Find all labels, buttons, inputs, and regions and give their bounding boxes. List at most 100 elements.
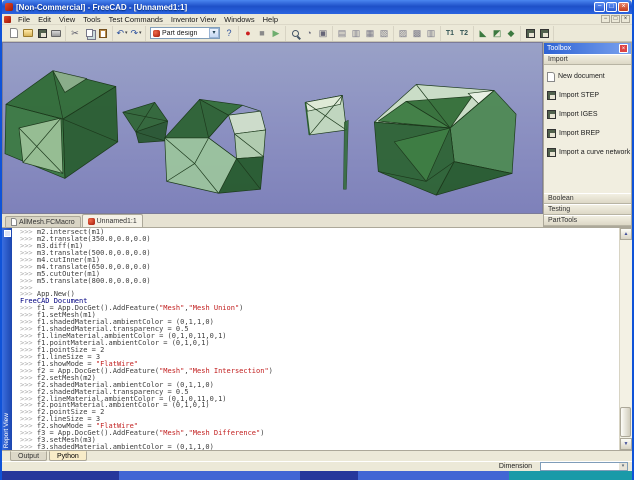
page-icon <box>11 218 17 226</box>
view-top-icon: ▧ <box>379 27 389 38</box>
undo-button[interactable]: ↶ ▾ <box>115 26 129 40</box>
dropdown-arrow-icon[interactable]: ▾ <box>125 30 128 36</box>
toolbox-import-brep[interactable]: Import BREP <box>544 124 631 143</box>
scene-icon: ▣ <box>318 27 328 38</box>
mesh-object-4[interactable] <box>304 95 349 190</box>
save-button[interactable] <box>35 26 49 40</box>
toolbox-title-bar[interactable]: Toolbox × <box>544 43 631 54</box>
menu-windows[interactable]: Windows <box>220 15 258 24</box>
menu-edit[interactable]: Edit <box>34 15 55 24</box>
copy-button[interactable] <box>82 26 96 40</box>
viewport-3d[interactable] <box>2 42 543 214</box>
menu-help[interactable]: Help <box>259 15 282 24</box>
toolbox-title: Toolbox <box>547 45 572 52</box>
console-line: >>> f3 = App.DocGet().AddFeature("Mesh",… <box>20 429 265 438</box>
mesh-object-3[interactable] <box>164 98 266 194</box>
export-mesh-button[interactable] <box>523 26 537 40</box>
dock-float-button[interactable] <box>3 230 11 237</box>
dimension-input[interactable]: ▾ <box>540 462 628 471</box>
draw-style-button[interactable]: ◔ <box>302 26 316 40</box>
minimize-button[interactable]: − <box>594 2 605 12</box>
menu-file[interactable]: File <box>14 15 34 24</box>
dropdown-arrow-icon[interactable]: ▾ <box>209 28 219 38</box>
macro-play-button[interactable]: ▶ <box>269 26 283 40</box>
menu-view[interactable]: View <box>55 15 79 24</box>
menu-tools[interactable]: Tools <box>79 15 105 24</box>
mdi-restore-button[interactable]: □ <box>611 15 620 23</box>
toolbox-import-brep-label: Import BREP <box>559 130 600 137</box>
scroll-up-icon[interactable]: ▲ <box>620 228 632 240</box>
workbench-select[interactable]: Part design ▾ <box>150 27 220 39</box>
toolbar-group-edit: ✂ <box>66 25 113 41</box>
report-view-dock-bar[interactable]: Report View <box>2 228 12 450</box>
view-bottom-button[interactable]: ▥ <box>424 26 438 40</box>
mdi-minimize-button[interactable]: − <box>601 15 610 23</box>
mesh-difference-button[interactable]: ◆ <box>504 26 518 40</box>
toolbox-close-icon[interactable]: × <box>619 44 628 53</box>
tab-allmesh-macro[interactable]: AllMesh.FCMacro <box>5 216 81 227</box>
console-scrollbar[interactable]: ▲ ▼ <box>619 228 632 450</box>
toolbox-import-curve-network[interactable]: Import a curve network <box>544 143 631 162</box>
test2-button[interactable]: T2 <box>457 26 471 40</box>
view-rear-button[interactable]: ▩ <box>410 26 424 40</box>
toolbox-section-testing[interactable]: Testing <box>544 204 631 215</box>
whatsthis-button[interactable]: ? <box>222 26 236 40</box>
macro-stop-button[interactable]: ■ <box>255 26 269 40</box>
test1-button[interactable]: T1 <box>443 26 457 40</box>
open-file-button[interactable] <box>21 26 35 40</box>
page-icon <box>547 71 555 82</box>
console-line: >>> f2.pointSize = 2 <box>20 408 105 417</box>
view-rear-icon: ▩ <box>412 27 422 38</box>
maximize-button[interactable]: □ <box>606 2 617 12</box>
test1-icon: T1 <box>445 29 455 37</box>
taskbar-segment-1[interactable] <box>2 471 120 480</box>
close-button[interactable]: × <box>618 2 629 12</box>
view-fit-button[interactable]: ▤ <box>335 26 349 40</box>
taskbar-segment-3[interactable] <box>300 471 358 480</box>
toolbox-import-iges[interactable]: Import IGES <box>544 105 631 124</box>
mesh-object-2[interactable] <box>122 101 169 144</box>
tab-unnamed1[interactable]: Unnamed1:1 <box>81 214 143 227</box>
dropdown-arrow-icon[interactable]: ▾ <box>139 30 142 36</box>
new-file-button[interactable] <box>7 26 21 40</box>
view-top-button[interactable]: ▧ <box>377 26 391 40</box>
taskbar-segment-4[interactable] <box>357 471 509 480</box>
menu-inventor-view[interactable]: Inventor View <box>167 15 220 24</box>
dimension-dropdown-icon[interactable]: ▾ <box>619 463 627 470</box>
scrollbar-thumb[interactable] <box>620 407 631 437</box>
title-bar[interactable]: [Non-Commercial] - FreeCAD - [Unnamed1:1… <box>2 0 632 14</box>
toolbox-section-boolean[interactable]: Boolean <box>544 193 631 204</box>
toolbox-import-step[interactable]: Import STEP <box>544 86 631 105</box>
tab-python[interactable]: Python <box>49 451 87 461</box>
scrollbar-track[interactable] <box>620 240 632 438</box>
view-axo-button[interactable]: ▥ <box>349 26 363 40</box>
document-icon[interactable] <box>4 15 11 23</box>
mdi-close-button[interactable]: × <box>621 15 630 23</box>
view-front-button[interactable]: ▦ <box>363 26 377 40</box>
scene-button[interactable]: ▣ <box>316 26 330 40</box>
paste-button[interactable] <box>96 26 110 40</box>
menu-test-commands[interactable]: Test Commands <box>105 15 167 24</box>
mesh-union-button[interactable]: ◣ <box>476 26 490 40</box>
toolbox-section-parttools[interactable]: PartTools <box>544 215 631 226</box>
zoom-button[interactable] <box>288 26 302 40</box>
scroll-down-icon[interactable]: ▼ <box>620 438 632 450</box>
taskbar-segment-5[interactable] <box>508 471 633 480</box>
view-right-button[interactable]: ▨ <box>396 26 410 40</box>
export-mesh-2-button[interactable] <box>537 26 551 40</box>
redo-button[interactable]: ↷ ▾ <box>129 26 143 40</box>
cut-button[interactable]: ✂ <box>68 26 82 40</box>
mesh-object-5[interactable] <box>373 84 517 196</box>
tab-output[interactable]: Output <box>10 451 48 461</box>
taskbar-segment-2[interactable] <box>119 471 301 480</box>
python-console[interactable]: >>> m2.intersect(m1) >>> m2.translate(350… <box>12 228 619 451</box>
mesh-intersection-button[interactable]: ◩ <box>490 26 504 40</box>
print-button[interactable] <box>49 26 63 40</box>
freecad-icon <box>87 217 95 225</box>
toolbox-new-document[interactable]: New document <box>544 67 631 86</box>
mesh-object-1[interactable] <box>4 70 119 179</box>
toolbox-section-import[interactable]: Import <box>544 54 631 65</box>
macro-record-button[interactable]: ● <box>241 26 255 40</box>
test2-icon: T2 <box>459 29 469 37</box>
freecad-icon <box>153 29 160 37</box>
